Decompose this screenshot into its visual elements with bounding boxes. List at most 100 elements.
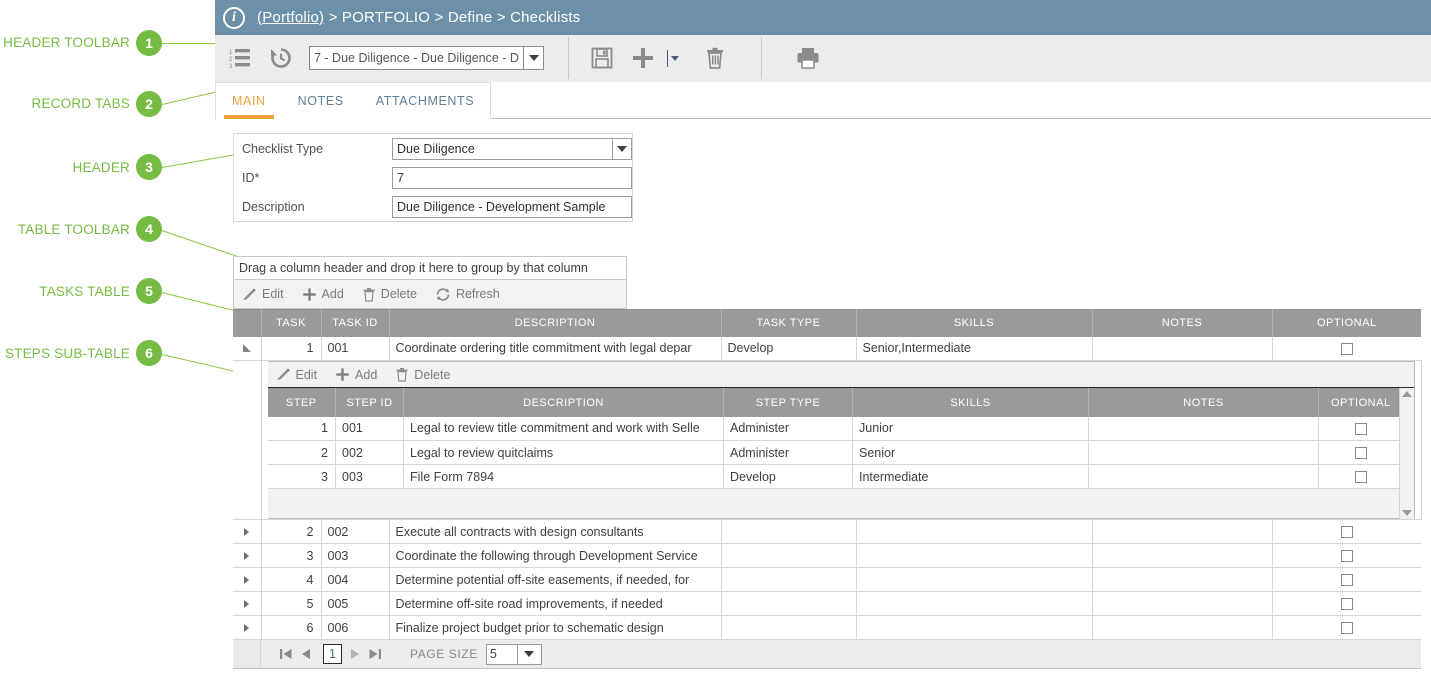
steps-table: STEP STEP ID DESCRIPTION STEP TYPE SKILL… bbox=[268, 388, 1403, 489]
tab-main[interactable]: MAIN bbox=[216, 83, 282, 119]
table-row[interactable]: 3 003 Coordinate the following through D… bbox=[233, 544, 1421, 568]
steps-col-optional[interactable]: OPTIONAL bbox=[1319, 389, 1403, 417]
page-size-label: PAGE SIZE bbox=[410, 647, 478, 661]
steps-add-button[interactable]: Add bbox=[335, 367, 377, 382]
tab-attachments[interactable]: ATTACHMENTS bbox=[360, 83, 491, 119]
refresh-icon bbox=[435, 287, 451, 302]
table-row[interactable]: 2 002 Execute all contracts with design … bbox=[233, 520, 1421, 544]
steps-col-description[interactable]: DESCRIPTION bbox=[404, 389, 724, 417]
scroll-up-icon[interactable] bbox=[1402, 391, 1412, 397]
prev-page-button[interactable] bbox=[299, 647, 313, 661]
header-toolbar: 1 2 3 7 - Due Diligence - Due Diligence … bbox=[215, 35, 1431, 82]
cell-task: 5 bbox=[261, 592, 321, 616]
breadcrumb-link-portfolio[interactable]: (Portfolio) bbox=[257, 9, 324, 26]
table-row[interactable]: 4 004 Determine potential off-site easem… bbox=[233, 568, 1421, 592]
toolbar-divider-2 bbox=[761, 37, 762, 79]
optional-checkbox[interactable] bbox=[1355, 447, 1367, 459]
steps-toolbar: Edit Add bbox=[268, 362, 1414, 388]
chevron-down-icon[interactable] bbox=[518, 644, 542, 665]
expand-triangle-icon bbox=[244, 552, 249, 560]
field-description[interactable]: Due Diligence - Development Sample bbox=[392, 196, 632, 218]
cell-step: 2 bbox=[268, 441, 336, 465]
row-expand-toggle[interactable] bbox=[233, 568, 261, 592]
tasks-col-skills[interactable]: SKILLS bbox=[856, 310, 1092, 337]
optional-checkbox[interactable] bbox=[1341, 574, 1353, 586]
optional-checkbox[interactable] bbox=[1341, 622, 1353, 634]
table-row[interactable]: 5 005 Determine off-site road improvemen… bbox=[233, 592, 1421, 616]
field-id[interactable]: 7 bbox=[392, 167, 632, 189]
expand-triangle-icon bbox=[244, 528, 249, 536]
steps-col-step-type[interactable]: STEP TYPE bbox=[724, 389, 853, 417]
annotation-bubble-6: 6 bbox=[136, 340, 162, 366]
tab-notes[interactable]: NOTES bbox=[282, 83, 360, 119]
breadcrumb-checklists[interactable]: Checklists bbox=[510, 9, 580, 26]
numbered-list-icon[interactable]: 1 2 3 bbox=[221, 38, 259, 78]
steps-vertical-scrollbar[interactable] bbox=[1399, 388, 1414, 519]
cell-skills bbox=[856, 544, 1092, 568]
chevron-down-icon[interactable] bbox=[671, 56, 679, 61]
steps-col-skills[interactable]: SKILLS bbox=[853, 389, 1089, 417]
steps-edit-button[interactable]: Edit bbox=[276, 367, 318, 382]
steps-table-row[interactable]: 3 003 File Form 7894 Develop Intermediat… bbox=[268, 465, 1403, 489]
printer-icon bbox=[795, 46, 821, 70]
info-icon[interactable]: i bbox=[223, 7, 245, 29]
steps-col-step[interactable]: STEP bbox=[268, 389, 336, 417]
page-number-input[interactable]: 1 bbox=[323, 644, 342, 664]
steps-subtable-cell: Edit Add bbox=[261, 361, 1421, 520]
steps-table-row[interactable]: 1 001 Legal to review title commitment a… bbox=[268, 417, 1403, 441]
page-size-selector[interactable]: 5 bbox=[486, 644, 542, 665]
tasks-col-task[interactable]: TASK bbox=[261, 310, 321, 337]
print-button[interactable] bbox=[784, 38, 832, 78]
group-by-panel[interactable]: Drag a column header and drop it here to… bbox=[233, 256, 627, 280]
chevron-down-icon[interactable] bbox=[523, 47, 543, 69]
steps-table-row[interactable]: 2 002 Legal to review quitclaims Adminis… bbox=[268, 441, 1403, 465]
save-button[interactable] bbox=[578, 38, 626, 78]
first-page-button[interactable] bbox=[279, 647, 293, 661]
cell-task: 1 bbox=[261, 337, 321, 361]
tasks-col-task-type[interactable]: TASK TYPE bbox=[721, 310, 856, 337]
add-button[interactable] bbox=[626, 38, 660, 78]
optional-checkbox[interactable] bbox=[1355, 423, 1367, 435]
tasks-col-notes[interactable]: NOTES bbox=[1092, 310, 1272, 337]
row-expand-toggle[interactable] bbox=[233, 592, 261, 616]
plus-icon bbox=[302, 287, 317, 302]
row-expand-toggle[interactable] bbox=[233, 616, 261, 640]
tasks-add-button[interactable]: Add bbox=[302, 287, 344, 302]
cell-description: Determine potential off-site easements, … bbox=[389, 568, 721, 592]
steps-delete-button[interactable]: Delete bbox=[395, 367, 450, 382]
steps-col-notes[interactable]: NOTES bbox=[1089, 389, 1319, 417]
record-selector[interactable]: 7 - Due Diligence - Due Diligence - D bbox=[309, 46, 544, 70]
cell-optional bbox=[1272, 616, 1421, 640]
optional-checkbox[interactable] bbox=[1341, 598, 1353, 610]
table-row[interactable]: 1 001 Coordinate ordering title commitme… bbox=[233, 337, 1421, 361]
cell-step-type: Administer bbox=[724, 441, 853, 465]
add-split-divider bbox=[667, 50, 668, 67]
tasks-col-description[interactable]: DESCRIPTION bbox=[389, 310, 721, 337]
optional-checkbox[interactable] bbox=[1355, 471, 1367, 483]
last-page-button[interactable] bbox=[368, 647, 382, 661]
tasks-edit-button[interactable]: Edit bbox=[242, 287, 284, 302]
field-checklist-type[interactable]: Due Diligence bbox=[392, 138, 632, 160]
tasks-col-optional[interactable]: OPTIONAL bbox=[1272, 310, 1421, 337]
tasks-refresh-button[interactable]: Refresh bbox=[435, 287, 500, 302]
next-page-button[interactable] bbox=[348, 647, 362, 661]
row-expand-toggle[interactable] bbox=[233, 544, 261, 568]
scroll-down-icon[interactable] bbox=[1402, 510, 1412, 516]
optional-checkbox[interactable] bbox=[1341, 343, 1353, 355]
delete-button[interactable] bbox=[691, 38, 739, 78]
table-row[interactable]: 6 006 Finalize project budget prior to s… bbox=[233, 616, 1421, 640]
tasks-col-task-id[interactable]: TASK ID bbox=[321, 310, 389, 337]
optional-checkbox[interactable] bbox=[1341, 550, 1353, 562]
row-expand-toggle[interactable] bbox=[233, 520, 261, 544]
pager-row: 1 PAGE SIZE 5 bbox=[233, 640, 1421, 669]
optional-checkbox[interactable] bbox=[1341, 526, 1353, 538]
cell-notes bbox=[1092, 337, 1272, 361]
history-icon[interactable] bbox=[259, 38, 303, 78]
add-dropdown-button[interactable] bbox=[660, 50, 679, 67]
breadcrumb-portfolio[interactable]: PORTFOLIO bbox=[342, 9, 430, 26]
row-collapse-toggle[interactable] bbox=[233, 337, 261, 361]
tasks-delete-button[interactable]: Delete bbox=[362, 287, 417, 302]
breadcrumb-define[interactable]: Define bbox=[448, 9, 493, 26]
chevron-down-icon[interactable] bbox=[612, 139, 631, 159]
steps-col-step-id[interactable]: STEP ID bbox=[336, 389, 404, 417]
